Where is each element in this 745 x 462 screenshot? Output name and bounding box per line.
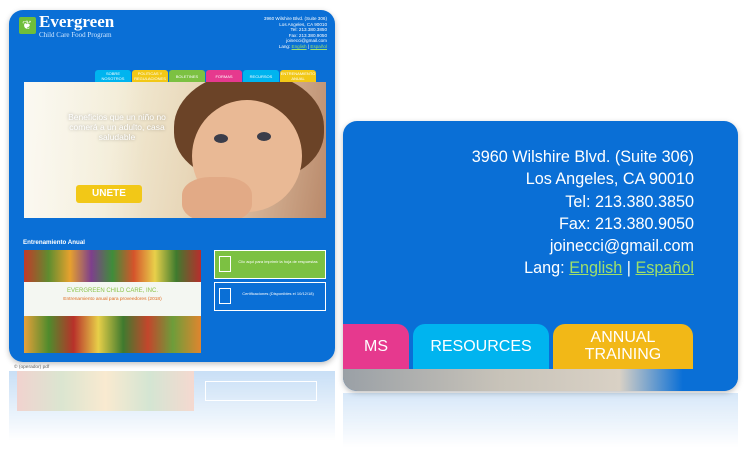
image-caption: © (operador) pdf (14, 365, 50, 370)
nav-tab-training-label: ANNUAL TRAINING (584, 329, 662, 363)
lang-spanish-link[interactable]: Español (310, 44, 327, 49)
reflection-image (17, 371, 194, 411)
lang-spanish-link[interactable]: Español (636, 259, 695, 277)
nav-tab-newsletters[interactable]: BOLETINES (169, 70, 205, 82)
hero-banner: Beneficios que un niño no comerá a un ad… (24, 82, 326, 218)
training-heading: EVERGREEN CHILD CARE, INC. (66, 288, 159, 294)
address-fax: Fax: 213.380.9050 (558, 214, 694, 233)
address-line1: 3960 Wilshire Blvd. (Suite 306) (471, 148, 694, 166)
brand-subtitle: Child Care Food Program (39, 31, 112, 39)
document-icon (219, 256, 231, 272)
leaf-icon: ❦ (22, 18, 33, 32)
nav-tab-resources-label: RESOURCES (430, 338, 532, 355)
certifications-button[interactable]: Certificaciones (Disponibles el 10/12/18… (214, 282, 326, 311)
nav-tab-forms[interactable]: MS (343, 324, 409, 374)
print-answers-button[interactable]: Clic aquí para imprimir la hoja de respu… (214, 250, 326, 279)
lang-english-link[interactable]: English (569, 259, 622, 277)
zoomed-header: 3960 Wilshire Blvd. (Suite 306) Los Ange… (343, 121, 738, 391)
certifications-label: Certificaciones (Disponibles el 10/12/18… (242, 291, 314, 296)
vegetables-image (24, 316, 201, 353)
language-switch: Lang: English | Español (472, 257, 694, 279)
main-nav: SOBRE NOSOTROS POLITICAS Y REGULACIONES … (95, 70, 316, 82)
lang-label: Lang: (278, 43, 291, 49)
nav-tab-policies[interactable]: POLITICAS Y REGULACIONES (132, 70, 168, 82)
vegetables-image (24, 250, 201, 282)
reflection-button (205, 381, 317, 401)
website-thumbnail: ❦ Evergreen Child Care Food Program 3960… (9, 10, 335, 362)
nav-tab-about[interactable]: SOBRE NOSOTROS (95, 70, 131, 82)
nav-tab-forms[interactable]: FORMAS (206, 70, 242, 82)
logo[interactable]: ❦ (19, 17, 36, 34)
address-block: 3960 Wilshire Blvd. (Suite 306) Los Ange… (472, 146, 694, 280)
reflection-gradient (343, 393, 738, 448)
right-reflection (343, 393, 738, 448)
join-button[interactable]: UNETE (76, 185, 142, 203)
address-line1: 3960 Wilshire Blvd. (Suite 306) (263, 16, 327, 21)
child-eye (257, 132, 271, 141)
training-banner[interactable]: EVERGREEN CHILD CARE, INC. Entrenamiento… (24, 250, 201, 353)
nav-tab-training[interactable]: ANNUAL TRAINING (553, 324, 693, 374)
address-email[interactable]: joinecci@gmail.com (472, 235, 694, 257)
address-block-small: 3960 Wilshire Blvd. (Suite 306) Los Ange… (264, 16, 327, 50)
child-eye (214, 134, 228, 143)
lang-english-link[interactable]: English (292, 44, 307, 49)
address-tel: Tel: 213.380.3850 (565, 192, 694, 211)
address-line2: Los Angeles, CA 90010 (525, 170, 694, 189)
nav-tab-training[interactable]: ENTRENAMIENTO ANUAL (280, 70, 316, 82)
child-hand (182, 177, 252, 218)
lang-separator: | (626, 259, 631, 278)
lang-separator: | (307, 43, 310, 49)
nav-tab-forms-label: MS (364, 338, 388, 355)
training-subheading: Entrenamiento anual para proveedores (20… (63, 297, 162, 302)
language-switch: Lang: English | Español (264, 44, 327, 50)
nav-tab-resources[interactable]: RECURSOS (243, 70, 279, 82)
nav-tab-resources[interactable]: RESOURCES (413, 324, 549, 374)
left-reflection (9, 371, 335, 441)
print-answers-label: Clic aquí para imprimir la hoja de respu… (238, 259, 318, 264)
hero-tagline: Beneficios que un niño no comerá a un ad… (68, 112, 166, 142)
document-icon (219, 288, 231, 304)
section-title: Entrenamiento Anual (23, 239, 85, 246)
brand-name[interactable]: Evergreen (39, 13, 114, 31)
lang-label: Lang: (524, 259, 565, 278)
hero-photo-edge (343, 369, 738, 391)
